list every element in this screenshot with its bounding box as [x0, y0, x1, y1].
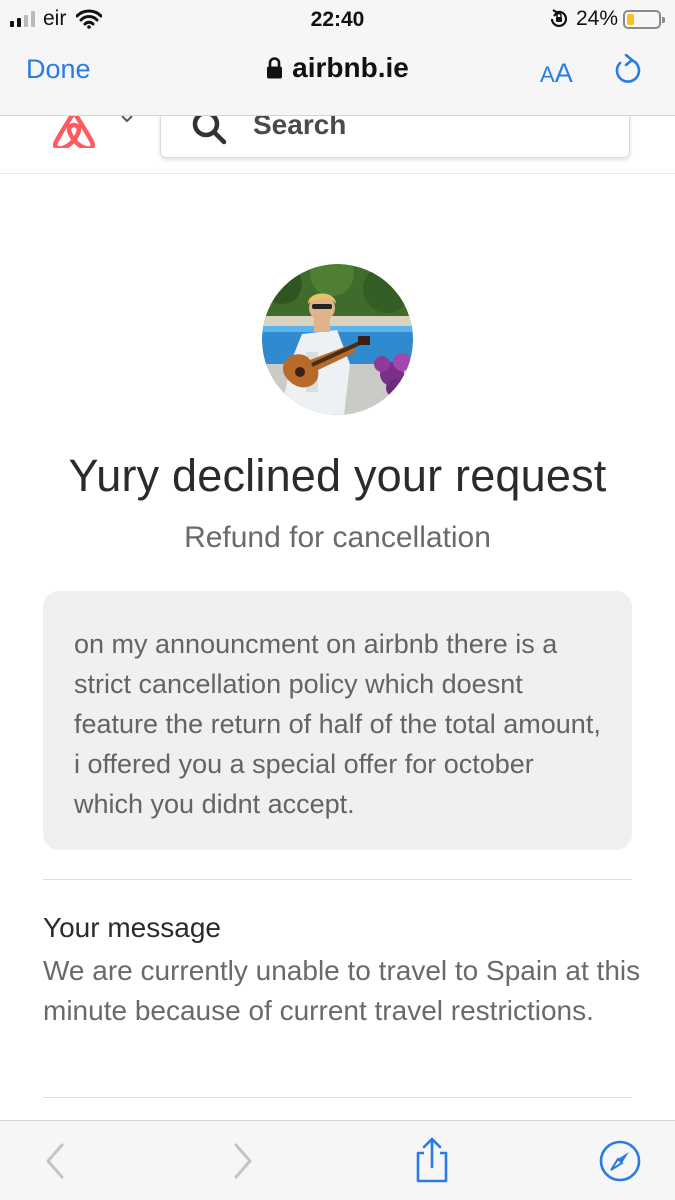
host-message-text: on my announcment on airbnb there is a s…: [74, 629, 601, 819]
host-avatar[interactable]: [262, 264, 413, 415]
divider: [43, 879, 632, 880]
text-size-small-label: A: [540, 62, 555, 87]
your-message-label: Your message: [43, 912, 221, 943]
divider: [43, 1097, 632, 1098]
airbnb-logo-icon[interactable]: [44, 116, 104, 148]
battery-icon: [623, 9, 665, 29]
battery-fill: [627, 13, 635, 25]
browser-address-bar: Done airbnb.ie AA: [0, 40, 675, 106]
share-icon[interactable]: [412, 1135, 452, 1185]
request-type: Refund for cancellation: [184, 521, 491, 554]
screen: eir 22:40 24% Done airbnb.ie AA Search Y…: [0, 0, 675, 1200]
forward-icon[interactable]: [230, 1141, 256, 1181]
search-icon: [192, 116, 227, 145]
url-display: airbnb.ie: [0, 52, 675, 84]
back-icon[interactable]: [42, 1141, 68, 1181]
lock-icon: [267, 57, 283, 79]
reload-icon[interactable]: [611, 54, 643, 88]
search-input[interactable]: Search: [160, 116, 630, 158]
done-button[interactable]: Done: [26, 54, 91, 85]
airbnb-site-header: Search: [0, 116, 675, 174]
browser-bottom-toolbar: [0, 1120, 675, 1200]
url-text[interactable]: airbnb.ie: [292, 52, 409, 84]
your-message-text: We are currently unable to travel to Spa…: [43, 955, 641, 1026]
browser-top-chrome: eir 22:40 24% Done airbnb.ie AA: [0, 0, 675, 116]
host-message-bubble: on my announcment on airbnb there is a s…: [43, 591, 632, 850]
status-bar: eir 22:40 24%: [0, 0, 675, 40]
battery-percent: 24%: [575, 7, 618, 30]
compass-icon[interactable]: [598, 1139, 642, 1183]
text-size-button[interactable]: AA: [540, 58, 573, 89]
status-right-group: 24%: [548, 7, 665, 31]
text-size-big-label: A: [554, 58, 573, 88]
chevron-down-icon[interactable]: [120, 116, 134, 124]
page-title: Yury declined your request: [68, 450, 607, 501]
orientation-lock-icon: [550, 9, 568, 28]
search-placeholder: Search: [253, 116, 347, 140]
battery-tip: [662, 16, 665, 23]
